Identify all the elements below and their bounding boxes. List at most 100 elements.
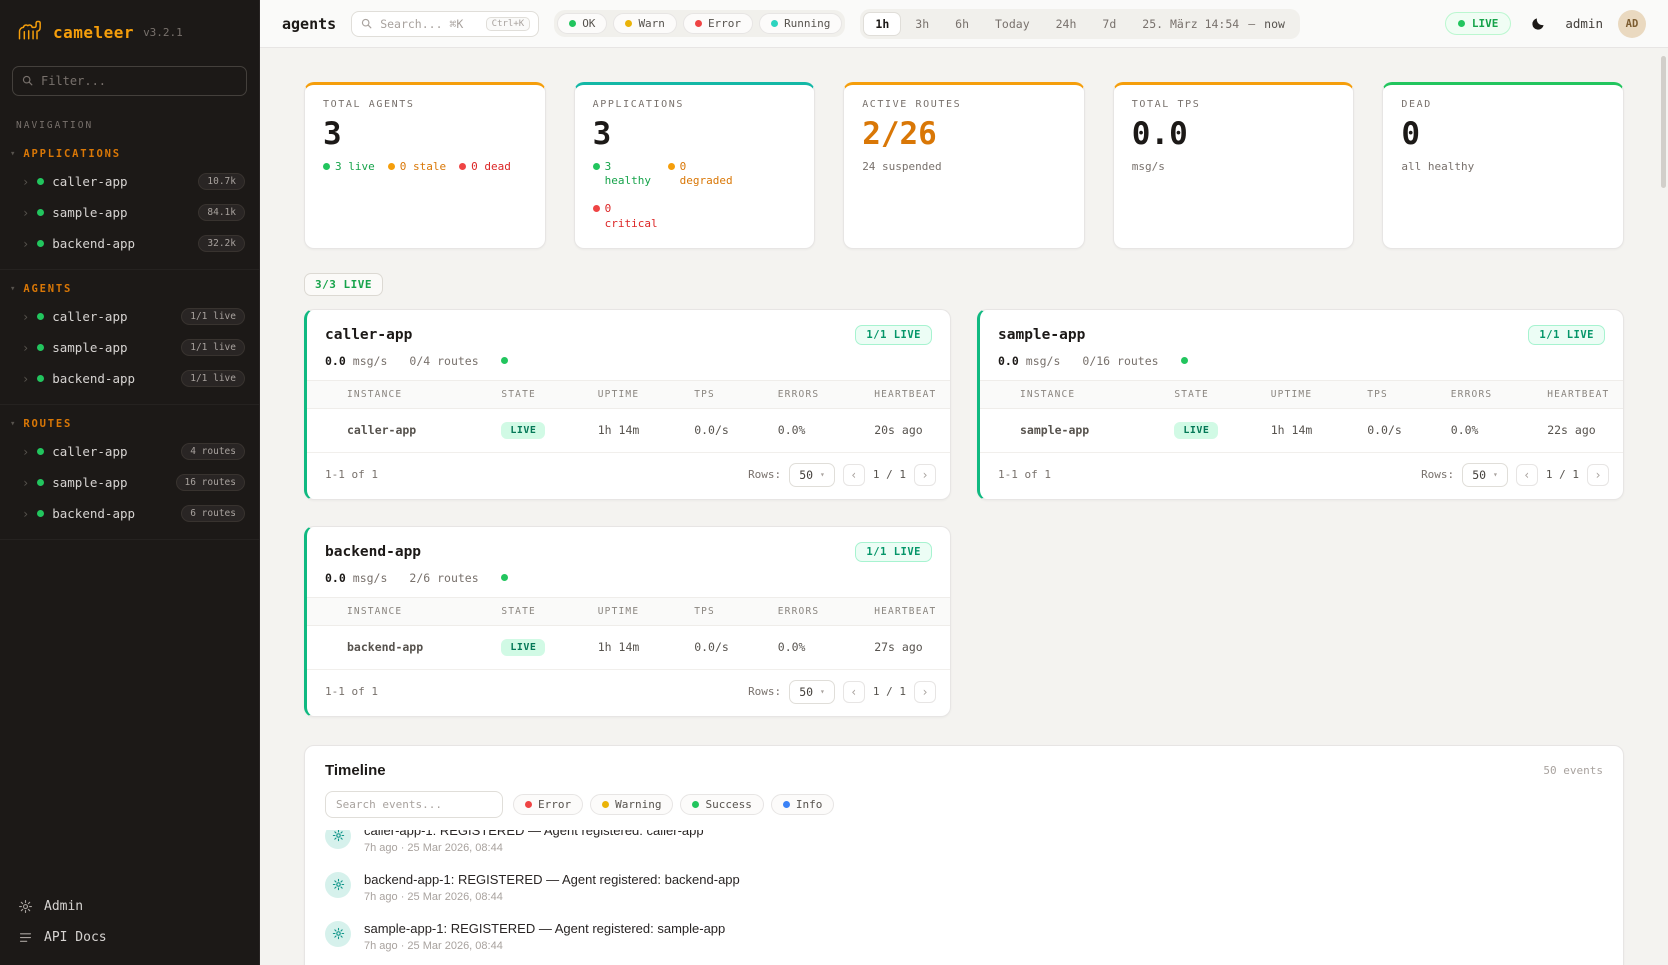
sidebar-item-applications-caller-app[interactable]: › caller-app 10.7k	[0, 166, 259, 197]
moon-icon	[1530, 16, 1546, 32]
stat-label: APPLICATIONS	[593, 99, 797, 110]
severity-filter-success[interactable]: Success	[680, 794, 763, 815]
time-range-24h[interactable]: 24h	[1044, 12, 1089, 36]
pager-next-button[interactable]: ›	[914, 464, 936, 486]
health-dot	[501, 357, 508, 364]
event-search-input[interactable]	[325, 791, 503, 818]
status-dot	[37, 240, 44, 247]
breakdown-critical: 0 critical	[605, 202, 658, 232]
app-name[interactable]: caller-app	[325, 327, 412, 343]
gear-icon	[325, 830, 351, 849]
sidebar-item-api-docs[interactable]: API Docs	[18, 930, 241, 945]
ok-status-dot	[569, 20, 576, 27]
item-count-badge: 4 routes	[181, 443, 245, 460]
timeline-title: Timeline	[325, 762, 386, 779]
critical-dot	[593, 205, 600, 212]
stat-cards-row: TOTAL AGENTS 3 3 live 0 stale 0 dead APP…	[304, 82, 1624, 249]
page-scrollbar[interactable]	[1661, 56, 1666, 188]
pager-prev-button[interactable]: ‹	[843, 464, 865, 486]
table-row[interactable]: sample-app LIVE 1h 14m 0.0/s 0.0% 22s ag…	[980, 408, 1623, 452]
stat-subtext: all healthy	[1401, 160, 1605, 173]
chevron-right-icon: ›	[921, 468, 928, 482]
pager-prev-button[interactable]: ‹	[1516, 464, 1538, 486]
tps-cell: 0.0/s	[684, 625, 768, 669]
stat-card-applications: APPLICATIONS 3 3 healthy 0 degraded 0 cr…	[574, 82, 816, 249]
rows-per-page-select[interactable]: 50 ▾	[1462, 463, 1508, 487]
pager-prev-button[interactable]: ‹	[843, 681, 865, 703]
search-icon	[21, 74, 34, 87]
chevron-right-icon: ›	[921, 685, 928, 699]
event-title: backend-app-1: REGISTERED — Agent regist…	[364, 872, 740, 887]
timeline-card: Timeline 50 events Error Warning	[304, 745, 1624, 965]
live-label: LIVE	[1472, 17, 1499, 30]
status-filter-running[interactable]: Running	[759, 13, 842, 34]
pager-next-button[interactable]: ›	[1587, 464, 1609, 486]
gear-icon	[325, 872, 351, 898]
status-filter-ok[interactable]: OK	[557, 13, 607, 34]
sidebar-item-routes-caller-app[interactable]: › caller-app 4 routes	[0, 436, 259, 467]
result-range: 1-1 of 1	[998, 468, 1051, 481]
breakdown-stale: 0 stale	[400, 160, 446, 173]
healthy-dot	[593, 163, 600, 170]
sidebar-item-admin[interactable]: Admin	[18, 899, 241, 914]
section-header-agents[interactable]: ▾ AGENTS	[0, 278, 259, 301]
throughput-value: 0.0	[325, 571, 346, 585]
camel-icon	[16, 18, 44, 46]
chevron-left-icon: ‹	[850, 468, 857, 482]
status-filter-error[interactable]: Error	[683, 13, 753, 34]
gear-icon	[325, 921, 351, 947]
status-filter-warn[interactable]: Warn	[613, 13, 677, 34]
sidebar-item-applications-sample-app[interactable]: › sample-app 84.1k	[0, 197, 259, 228]
sidebar-item-agents-sample-app[interactable]: › sample-app 1/1 live	[0, 332, 259, 363]
table-row[interactable]: backend-app LIVE 1h 14m 0.0/s 0.0% 27s a…	[307, 625, 950, 669]
sidebar-item-agents-caller-app[interactable]: › caller-app 1/1 live	[0, 301, 259, 332]
event-list[interactable]: caller-app-1: REGISTERED — Agent registe…	[305, 830, 1623, 965]
column-header: UPTIME	[588, 597, 684, 625]
app-logo[interactable]: cameleer v3.2.1	[0, 0, 259, 60]
instance-cell: caller-app	[337, 408, 491, 452]
pager-next-button[interactable]: ›	[914, 681, 936, 703]
stat-label: ACTIVE ROUTES	[862, 99, 1066, 110]
app-name[interactable]: sample-app	[998, 327, 1085, 343]
severity-filter-warning[interactable]: Warning	[590, 794, 673, 815]
time-range-today[interactable]: Today	[983, 12, 1042, 36]
sidebar-item-applications-backend-app[interactable]: › backend-app 32.2k	[0, 228, 259, 259]
status-dot	[37, 344, 44, 351]
search-input[interactable]	[380, 17, 478, 31]
sidebar-item-routes-backend-app[interactable]: › backend-app 6 routes	[0, 498, 259, 529]
sidebar-item-label: sample-app	[52, 205, 127, 220]
date-range: 25. März 14:54 — now	[1130, 17, 1297, 31]
sidebar-item-agents-backend-app[interactable]: › backend-app 1/1 live	[0, 363, 259, 394]
app-name[interactable]: backend-app	[325, 544, 421, 560]
filter-input[interactable]	[12, 66, 247, 96]
sidebar-item-routes-sample-app[interactable]: › sample-app 16 routes	[0, 467, 259, 498]
theme-toggle[interactable]	[1526, 12, 1550, 36]
section-header-applications[interactable]: ▾ APPLICATIONS	[0, 143, 259, 166]
severity-filter-error[interactable]: Error	[513, 794, 583, 815]
chip-label: Warning	[615, 798, 661, 811]
live-badge[interactable]: LIVE	[1445, 12, 1512, 35]
rows-per-page-select[interactable]: 50 ▾	[789, 463, 835, 487]
error-dot	[525, 801, 532, 808]
time-range-1h[interactable]: 1h	[863, 12, 901, 36]
throughput-unit: msg/s	[353, 354, 388, 368]
state-badge: LIVE	[1174, 422, 1218, 439]
column-header: TPS	[684, 380, 768, 408]
item-count-badge: 6 routes	[181, 505, 245, 522]
severity-filter-info[interactable]: Info	[771, 794, 835, 815]
avatar[interactable]: AD	[1618, 10, 1646, 38]
column-header: HEARTBEAT	[864, 597, 950, 625]
sidebar-item-label: backend-app	[52, 236, 135, 251]
time-range-7d[interactable]: 7d	[1090, 12, 1128, 36]
table-row[interactable]: caller-app LIVE 1h 14m 0.0/s 0.0% 20s ag…	[307, 408, 950, 452]
stat-breakdown: 3 healthy 0 degraded 0 critical	[593, 160, 797, 232]
rows-per-page-select[interactable]: 50 ▾	[789, 680, 835, 704]
time-range-3h[interactable]: 3h	[903, 12, 941, 36]
chevron-right-icon: ›	[22, 476, 29, 490]
status-dot	[37, 448, 44, 455]
item-count-badge: 32.2k	[198, 235, 245, 252]
event-meta: 7h ago · 25 Mar 2026, 08:44	[364, 891, 740, 903]
section-header-routes[interactable]: ▾ ROUTES	[0, 413, 259, 436]
time-range-6h[interactable]: 6h	[943, 12, 981, 36]
health-dot	[1181, 357, 1188, 364]
